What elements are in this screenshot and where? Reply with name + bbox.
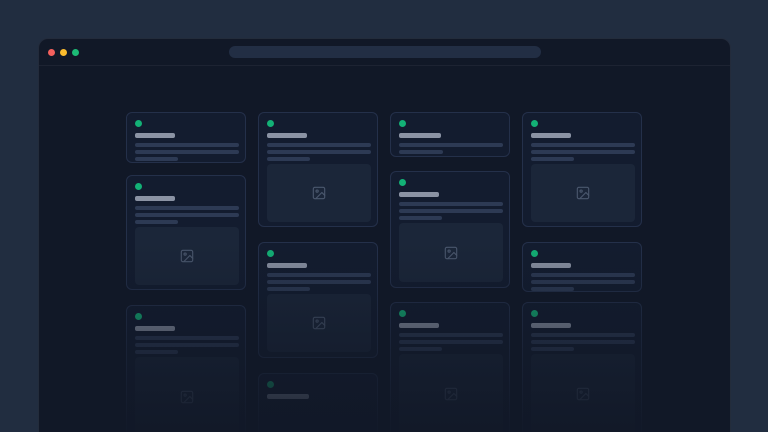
skeleton-feed-card[interactable] <box>126 112 246 163</box>
skeleton-feed-card[interactable] <box>522 112 642 227</box>
skeleton-feed-card[interactable] <box>258 373 378 432</box>
status-dot <box>531 120 538 127</box>
skeleton-text-line <box>135 157 178 161</box>
skeleton-text-lines <box>399 202 501 220</box>
skeleton-title-bar <box>267 394 309 399</box>
skeleton-text-line <box>531 150 635 154</box>
image-placeholder <box>135 357 239 432</box>
skeleton-text-lines <box>267 143 369 161</box>
skeleton-text-lines <box>399 143 501 154</box>
image-placeholder-icon <box>576 387 590 401</box>
skeleton-text-line <box>531 280 635 284</box>
image-placeholder-icon <box>180 390 194 404</box>
skeleton-text-lines <box>135 206 237 224</box>
status-dot <box>267 120 274 127</box>
image-placeholder-icon <box>444 246 458 260</box>
image-placeholder <box>399 354 503 432</box>
skeleton-text-lines <box>135 336 237 354</box>
status-dot <box>135 183 142 190</box>
skeleton-text-line <box>135 343 239 347</box>
image-placeholder-icon <box>180 249 194 263</box>
skeleton-text-line <box>135 213 239 217</box>
status-dot <box>135 120 142 127</box>
status-dot <box>399 120 406 127</box>
image-placeholder <box>267 294 371 352</box>
skeleton-text-line <box>399 209 503 213</box>
skeleton-text-line <box>531 273 635 277</box>
skeleton-title-bar <box>135 326 175 331</box>
skeleton-feed-card[interactable] <box>126 305 246 432</box>
skeleton-text-lines <box>135 143 237 161</box>
skeleton-text-line <box>135 143 239 147</box>
image-placeholder <box>531 354 635 432</box>
skeleton-text-line <box>135 206 239 210</box>
image-placeholder <box>267 164 371 222</box>
skeleton-text-line <box>399 347 442 351</box>
skeleton-title-bar <box>399 192 439 197</box>
skeleton-text-line <box>399 340 503 344</box>
skeleton-text-line <box>267 157 310 161</box>
skeleton-feed-card[interactable] <box>390 171 510 288</box>
status-dot <box>531 310 538 317</box>
skeleton-text-line <box>531 347 574 351</box>
skeleton-text-line <box>267 150 371 154</box>
skeleton-feed-card[interactable] <box>522 302 642 432</box>
image-placeholder-icon <box>312 186 326 200</box>
skeleton-text-lines <box>399 333 501 351</box>
skeleton-text-line <box>135 350 178 354</box>
skeleton-text-line <box>399 202 503 206</box>
skeleton-text-line <box>531 143 635 147</box>
image-placeholder <box>531 164 635 222</box>
skeleton-text-line <box>531 287 574 291</box>
skeleton-feed-card[interactable] <box>258 242 378 358</box>
skeleton-feed-card[interactable] <box>126 175 246 290</box>
image-placeholder <box>399 223 503 282</box>
skeleton-feed-card[interactable] <box>522 242 642 292</box>
card-grid <box>39 39 730 432</box>
skeleton-text-line <box>267 280 371 284</box>
skeleton-text-line <box>135 336 239 340</box>
skeleton-title-bar <box>399 133 441 138</box>
skeleton-title-bar <box>267 263 307 268</box>
skeleton-text-line <box>267 273 371 277</box>
skeleton-text-line <box>399 143 503 147</box>
skeleton-text-lines <box>531 143 633 161</box>
skeleton-title-bar <box>135 196 175 201</box>
skeleton-title-bar <box>531 263 571 268</box>
skeleton-text-line <box>531 340 635 344</box>
skeleton-text-line <box>267 287 310 291</box>
skeleton-feed-card[interactable] <box>390 302 510 432</box>
image-placeholder-icon <box>444 387 458 401</box>
skeleton-text-line <box>399 216 442 220</box>
image-placeholder-icon <box>576 186 590 200</box>
skeleton-text-lines <box>267 273 369 291</box>
status-dot <box>267 250 274 257</box>
skeleton-text-line <box>135 220 178 224</box>
skeleton-text-line <box>399 150 443 154</box>
skeleton-title-bar <box>531 133 571 138</box>
browser-window <box>38 38 731 432</box>
status-dot <box>135 313 142 320</box>
skeleton-text-lines <box>531 333 633 351</box>
skeleton-text-line <box>531 157 574 161</box>
status-dot <box>531 250 538 257</box>
skeleton-title-bar <box>399 323 439 328</box>
skeleton-title-bar <box>135 133 175 138</box>
skeleton-text-line <box>267 143 371 147</box>
skeleton-title-bar <box>267 133 307 138</box>
skeleton-text-lines <box>531 273 633 291</box>
status-dot <box>267 381 274 388</box>
skeleton-text-line <box>135 150 239 154</box>
skeleton-title-bar <box>531 323 571 328</box>
status-dot <box>399 179 406 186</box>
image-placeholder-icon <box>312 316 326 330</box>
image-placeholder <box>135 227 239 285</box>
status-dot <box>399 310 406 317</box>
skeleton-feed-card[interactable] <box>390 112 510 157</box>
skeleton-text-line <box>399 333 503 337</box>
skeleton-text-line <box>531 333 635 337</box>
skeleton-feed-card[interactable] <box>258 112 378 227</box>
